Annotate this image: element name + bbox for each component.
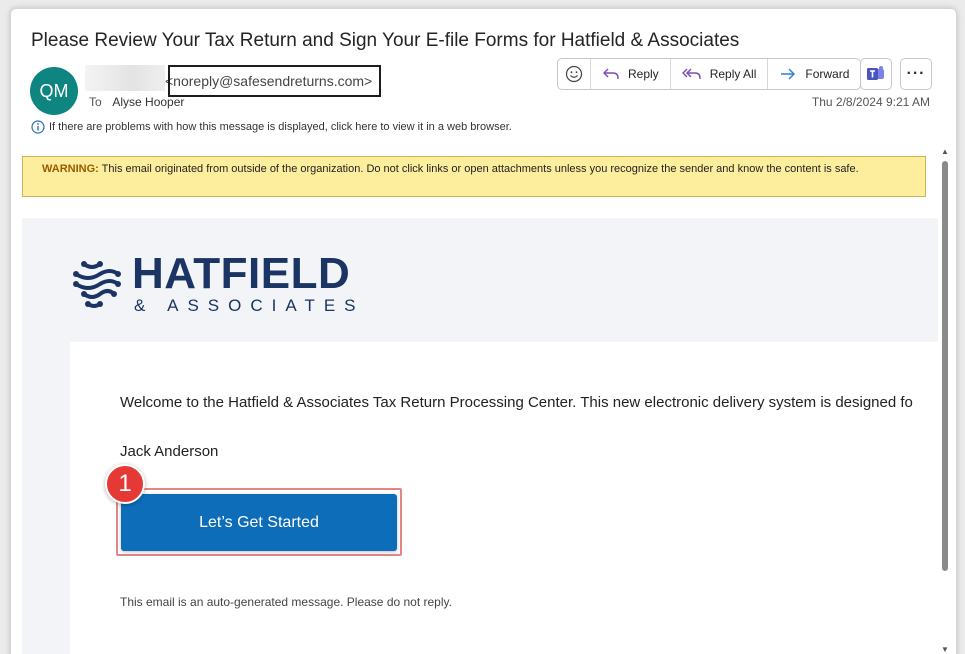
- logo-title: HATFIELD: [132, 249, 351, 298]
- message-actions-toolbar: Reply Reply All Forward: [557, 58, 862, 90]
- hatfield-logo-mark-icon: [73, 261, 121, 308]
- smiley-icon: [565, 65, 583, 83]
- reaction-button[interactable]: [558, 59, 591, 89]
- forward-icon: [781, 68, 796, 80]
- warning-label: WARNING:: [42, 163, 99, 175]
- sender-email-highlight: [168, 65, 381, 97]
- welcome-text: Welcome to the Hatfield & Associates Tax…: [120, 394, 913, 411]
- reply-icon: [603, 68, 619, 79]
- to-label: To: [89, 95, 102, 109]
- hatfield-logo: HATFIELD & ASSOCIATES: [70, 252, 365, 316]
- scroll-down-arrow-icon[interactable]: ▼: [941, 645, 949, 654]
- scroll-thumb[interactable]: [942, 161, 948, 571]
- step-badge: 1: [105, 464, 145, 504]
- email-reading-pane: Please Review Your Tax Return and Sign Y…: [10, 8, 957, 654]
- scroll-up-arrow-icon[interactable]: ▲: [941, 147, 949, 156]
- info-icon: [31, 120, 45, 134]
- signature-name: Jack Anderson: [120, 443, 219, 460]
- view-in-browser-link[interactable]: If there are problems with how this mess…: [31, 120, 512, 134]
- logo-subtitle: & ASSOCIATES: [134, 296, 365, 315]
- info-message: If there are problems with how this mess…: [49, 121, 512, 133]
- email-body: HATFIELD & ASSOCIATES Welcome to the Hat…: [22, 218, 938, 654]
- recipient-name[interactable]: Alyse Hooper: [112, 95, 184, 109]
- logo-wordmark: HATFIELD & ASSOCIATES: [132, 252, 365, 316]
- reply-all-label: Reply All: [709, 67, 757, 81]
- vertical-scrollbar[interactable]: ▲ ▼: [939, 147, 951, 654]
- lets-get-started-button[interactable]: Let’s Get Started: [121, 494, 397, 551]
- sender-name-redacted: [85, 65, 165, 91]
- message-card: Welcome to the Hatfield & Associates Tax…: [70, 342, 938, 654]
- warning-text: This email originated from outside of th…: [98, 163, 859, 175]
- teams-button[interactable]: [860, 58, 892, 90]
- reply-all-icon: [681, 68, 701, 79]
- reply-label: Reply: [628, 67, 659, 81]
- forward-button[interactable]: Forward: [768, 59, 860, 89]
- external-sender-warning: WARNING: This email originated from outs…: [22, 156, 926, 197]
- sent-timestamp: Thu 2/8/2024 9:21 AM: [811, 95, 930, 109]
- forward-label: Forward: [805, 67, 850, 81]
- teams-icon: [867, 66, 884, 80]
- email-subject: Please Review Your Tax Return and Sign Y…: [31, 30, 740, 51]
- auto-generated-note: This email is an auto-generated message.…: [120, 595, 452, 609]
- reply-all-button[interactable]: Reply All: [671, 59, 769, 89]
- reply-button[interactable]: Reply: [591, 59, 671, 89]
- recipient-row: To Alyse Hooper: [89, 95, 184, 109]
- sender-avatar[interactable]: QM: [30, 67, 78, 115]
- more-actions-button[interactable]: ···: [900, 58, 932, 90]
